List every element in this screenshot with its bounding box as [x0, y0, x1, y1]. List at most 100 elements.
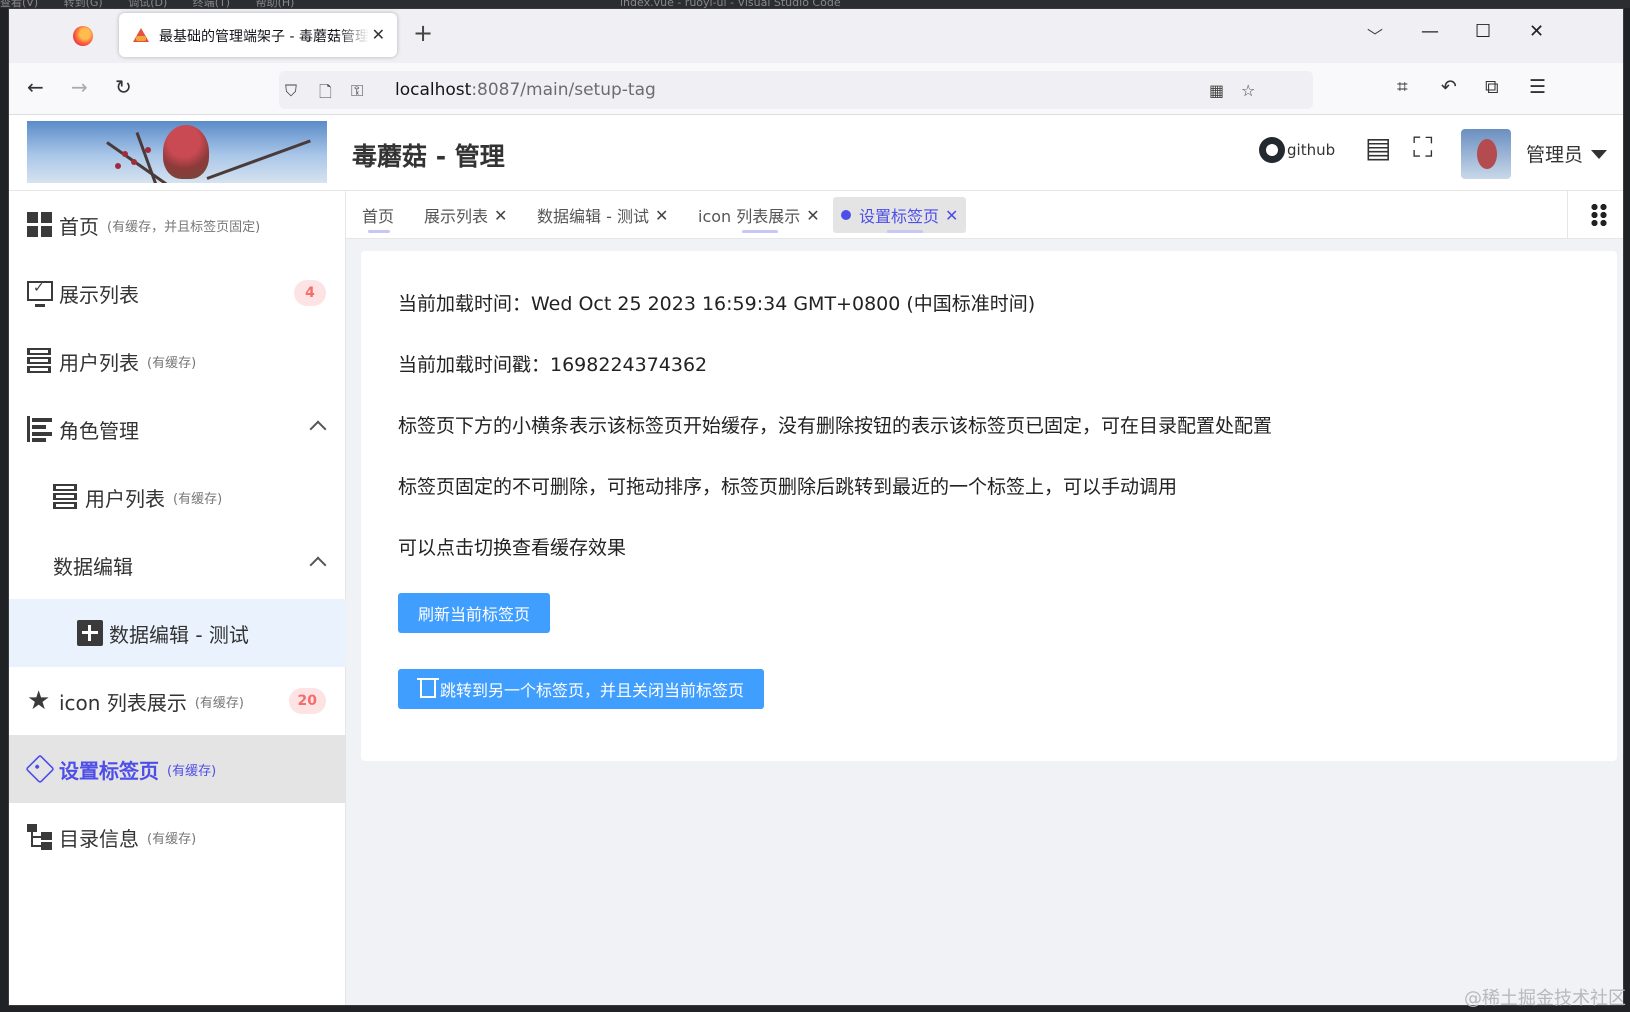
sidebar-item-data-edit-test[interactable]: 数据编辑 - 测试 [9, 599, 346, 667]
monitor-check-icon [27, 280, 53, 307]
browser-nav-bar: ← → ↻ ⛉ 🗋 ⚿ localhost:8087/main/setup-ta… [9, 63, 1623, 115]
sidebar-item-label: 展示列表 [59, 282, 139, 307]
maximize-icon[interactable]: ☐ [1475, 21, 1491, 42]
extensions-icon[interactable]: ⧉ [1485, 77, 1499, 97]
sidebar-item-display-list[interactable]: 展示列表 4 [9, 259, 346, 327]
trash-icon [417, 678, 439, 698]
vscode-menu-item[interactable]: 转到(G) [64, 0, 103, 8]
server-icon [27, 348, 53, 374]
tag-icon-list[interactable]: icon 列表展示 ✕ [690, 197, 828, 233]
star-icon: ★ [27, 686, 51, 716]
qr-code-icon[interactable]: ▦ [1209, 81, 1224, 100]
tag-setup-tag[interactable]: 设置标签页 ✕ [833, 197, 967, 233]
plus-square-icon [77, 620, 103, 646]
dots-grid-icon [1590, 203, 1608, 227]
sidebar-item-data-edit[interactable]: 数据编辑 [9, 531, 346, 599]
browser-tab-title: 最基础的管理端架子 - 毒蘑菇管理 [159, 29, 369, 45]
crop-icon[interactable]: ⌗ [1397, 77, 1408, 97]
sidebar-item-setup-tag[interactable]: 设置标签页 (有缓存) [9, 735, 346, 803]
sidebar-item-label: 用户列表 [59, 350, 139, 375]
github-link[interactable]: github [1259, 137, 1335, 163]
watermark-text: @稀土掘金技术社区 [1464, 988, 1626, 1009]
close-icon[interactable]: ✕ [806, 206, 819, 225]
site-favicon-icon [133, 28, 149, 42]
tag-data-edit-test[interactable]: 数据编辑 - 测试 ✕ [529, 197, 676, 233]
button-label: 跳转到另一个标签页，并且关闭当前标签页 [440, 683, 745, 700]
header-banner-image [27, 121, 327, 183]
sidebar-item-home[interactable]: 首页 (有缓存，并且标签页固定) [9, 191, 346, 259]
main-content-card: 当前加载时间：Wed Oct 25 2023 16:59:34 GMT+0800… [361, 251, 1617, 761]
tag-home[interactable]: 首页 [354, 197, 402, 233]
chevron-up-icon[interactable] [309, 556, 327, 574]
sidebar-item-user-list[interactable]: 用户列表 (有缓存) [9, 327, 346, 395]
key-icon[interactable]: ⚿ [351, 81, 363, 101]
forward-icon[interactable]: → [71, 77, 88, 97]
close-icon[interactable]: ✕ [945, 206, 958, 225]
sidebar-item-directory-info[interactable]: 目录信息 (有缓存) [9, 803, 346, 871]
count-badge: 4 [294, 280, 326, 306]
tag-label: 数据编辑 - 测试 [537, 207, 649, 226]
sidebar-item-note: (有缓存) [147, 831, 197, 847]
tag-icon [25, 754, 55, 784]
sidebar: 首页 (有缓存，并且标签页固定) 展示列表 4 用户列表 (有缓存) 角色管理 … [9, 191, 346, 1005]
sidebar-item-note: (有缓存) [173, 491, 223, 507]
sidebar-item-icon-list[interactable]: ★ icon 列表展示 (有缓存) 20 [9, 667, 346, 735]
app-header: 毒蘑菇 - 管理 github ▤ ⛶ 管理员 [9, 115, 1623, 191]
fullscreen-icon[interactable]: ⛶ [1413, 133, 1433, 163]
github-icon [1259, 137, 1285, 163]
minimize-icon[interactable]: — [1421, 21, 1439, 42]
count-badge: 20 [288, 688, 326, 714]
vscode-menu-item[interactable]: 终端(T) [193, 0, 230, 8]
app-root: 毒蘑菇 - 管理 github ▤ ⛶ 管理员 首页 (有缓存，并且标签页固定)… [9, 115, 1623, 1005]
caret-down-icon[interactable] [1591, 150, 1607, 159]
vscode-menu-item[interactable]: 调试(D) [128, 0, 167, 8]
tags-menu-button[interactable] [1567, 191, 1623, 239]
server-icon [53, 484, 79, 510]
sidebar-item-note: (有缓存，并且标签页固定) [107, 219, 261, 235]
sidebar-item-label: icon 列表展示 [59, 690, 187, 715]
tag-label: icon 列表展示 [698, 207, 801, 226]
menu-icon[interactable]: ☰ [1529, 77, 1546, 97]
vscode-menu-item[interactable]: 查看(V) [0, 0, 38, 8]
undo-icon[interactable]: ↶ [1441, 77, 1457, 97]
shield-icon[interactable]: ⛉ [285, 81, 297, 101]
sidebar-item-label: 角色管理 [59, 418, 139, 443]
chevron-up-icon[interactable] [309, 420, 327, 438]
window-close-icon[interactable]: ✕ [1529, 21, 1544, 42]
sidebar-item-note: (有缓存) [147, 355, 197, 371]
tag-label: 设置标签页 [859, 207, 940, 226]
chevron-down-icon[interactable]: ﹀ [1367, 23, 1383, 47]
app-title: 毒蘑菇 - 管理 [352, 142, 505, 171]
vscode-window-title: index.vue - ruoyi-ui - Visual Studio Cod… [620, 0, 841, 9]
new-tab-icon[interactable]: + [413, 21, 433, 45]
page-icon[interactable]: 🗋 [319, 81, 332, 108]
url-bar[interactable]: ⛉ 🗋 ⚿ localhost:8087/main/setup-tag ▦ ☆ [279, 71, 1313, 109]
github-label: github [1287, 141, 1336, 159]
active-dot-icon [841, 210, 851, 220]
firefox-icon[interactable] [73, 26, 93, 46]
load-time-text: 当前加载时间：Wed Oct 25 2023 16:59:34 GMT+0800… [398, 293, 1036, 315]
list-icon [27, 416, 53, 442]
close-icon[interactable]: ✕ [494, 206, 507, 225]
tag-display-list[interactable]: 展示列表 ✕ [416, 197, 515, 233]
refresh-tag-button[interactable]: 刷新当前标签页 [398, 593, 551, 633]
sidebar-item-label: 用户列表 [85, 486, 165, 511]
bookmark-star-icon[interactable]: ☆ [1241, 81, 1255, 100]
url-text[interactable]: localhost:8087/main/setup-tag [395, 80, 656, 100]
sidebar-item-role-management[interactable]: 角色管理 [9, 395, 346, 463]
sidebar-item-label: 数据编辑 - 测试 [109, 622, 249, 647]
user-name[interactable]: 管理员 [1526, 140, 1583, 167]
message-icon[interactable]: ▤ [1365, 133, 1391, 163]
back-icon[interactable]: ← [27, 77, 44, 97]
vscode-menu-item[interactable]: 帮助(H) [256, 0, 295, 8]
note-switch: 可以点击切换查看缓存效果 [398, 537, 627, 559]
close-icon[interactable]: ✕ [655, 206, 668, 225]
note-cache-bar: 标签页下方的小横条表示该标签页开始缓存，没有删除按钮的表示该标签页已固定，可在目… [398, 415, 1273, 437]
close-tab-icon[interactable]: ✕ [372, 25, 385, 44]
avatar[interactable] [1461, 129, 1511, 179]
reload-icon[interactable]: ↻ [115, 77, 132, 97]
sidebar-item-role-user-list[interactable]: 用户列表 (有缓存) [9, 463, 346, 531]
browser-tab-active[interactable]: 最基础的管理端架子 - 毒蘑菇管理 ✕ [119, 13, 397, 57]
browser-tab-bar: 最基础的管理端架子 - 毒蘑菇管理 ✕ + ﹀ — ☐ ✕ [9, 9, 1623, 63]
jump-close-tag-button[interactable]: 跳转到另一个标签页，并且关闭当前标签页 [398, 669, 765, 709]
